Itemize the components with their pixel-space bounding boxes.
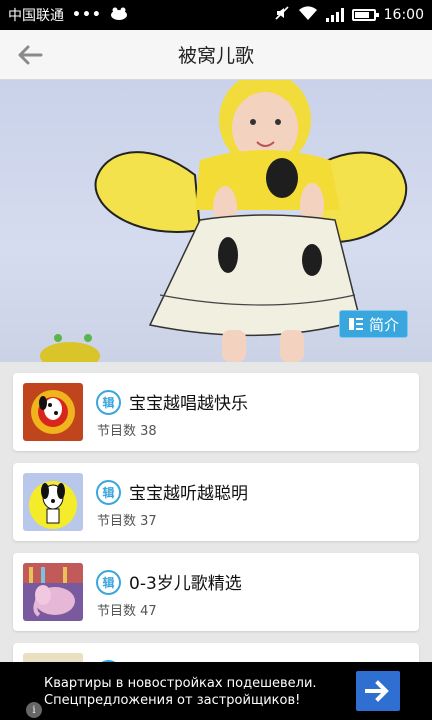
dalmatian-yellow-icon bbox=[23, 473, 83, 531]
album-item[interactable]: 辑 宝宝越唱越快乐 节目数 38 bbox=[13, 373, 419, 451]
album-count: 节目数 37 bbox=[97, 510, 157, 529]
wifi-icon bbox=[298, 5, 318, 25]
count-label: 节目数 bbox=[97, 424, 137, 439]
battery-icon bbox=[351, 9, 379, 21]
arrow-right-icon bbox=[365, 680, 389, 702]
ad-banner[interactable]: Квартиры в новостройках подешевели. Спец… bbox=[0, 662, 432, 720]
status-right: 16:00 bbox=[274, 5, 424, 25]
hero-banner[interactable]: 简介 bbox=[0, 80, 432, 362]
status-bar: 中国联通 ••• 16:00 bbox=[0, 0, 432, 30]
ad-line-1: Квартиры в новостройках подешевели. bbox=[44, 676, 317, 691]
list-icon bbox=[348, 318, 363, 330]
app-header: 被窝儿歌 bbox=[0, 30, 432, 80]
ad-info-icon[interactable]: i bbox=[26, 702, 42, 718]
intro-button[interactable]: 简介 bbox=[338, 310, 408, 338]
ad-text: Квартиры в новостройках подешевели. Спец… bbox=[44, 675, 317, 709]
album-item[interactable]: 辑 0-3岁儿歌精选 节目数 47 bbox=[13, 553, 419, 631]
status-time: 16:00 bbox=[383, 7, 424, 23]
intro-label: 简介 bbox=[368, 315, 399, 334]
album-count: 节目数 38 bbox=[97, 420, 157, 439]
count-label: 节目数 bbox=[97, 514, 137, 529]
signal-icon bbox=[325, 8, 344, 22]
album-item[interactable]: 辑 宝宝越听越聪明 节目数 37 bbox=[13, 463, 419, 541]
ad-line-2: Спецпредложения от застройщиков! bbox=[44, 693, 301, 708]
elephant-icon bbox=[23, 563, 83, 621]
back-arrow-icon bbox=[18, 45, 43, 65]
album-title: 宝宝越听越聪明 bbox=[129, 484, 248, 504]
album-count: 节目数 47 bbox=[97, 600, 157, 619]
battery-fill bbox=[354, 12, 369, 18]
mute-icon bbox=[274, 5, 290, 25]
album-title: 0-3岁儿歌精选 bbox=[129, 574, 242, 594]
back-button[interactable] bbox=[10, 38, 50, 72]
carrier-label: 中国联通 bbox=[8, 8, 64, 24]
page-title: 被窝儿歌 bbox=[177, 45, 254, 67]
notification-icon bbox=[110, 6, 128, 24]
album-title: 宝宝越唱越快乐 bbox=[129, 394, 248, 414]
ad-arrow-button[interactable] bbox=[356, 671, 400, 711]
count-label: 节目数 bbox=[97, 604, 137, 619]
count-value: 38 bbox=[140, 424, 157, 439]
count-value: 37 bbox=[140, 514, 157, 529]
album-badge: 辑 bbox=[96, 390, 121, 415]
album-badge: 辑 bbox=[96, 570, 121, 595]
status-dots: ••• bbox=[72, 7, 102, 23]
album-badge: 辑 bbox=[96, 480, 121, 505]
count-value: 47 bbox=[140, 604, 157, 619]
dalmatian-red-icon bbox=[23, 383, 83, 441]
status-left: 中国联通 ••• bbox=[8, 5, 274, 25]
